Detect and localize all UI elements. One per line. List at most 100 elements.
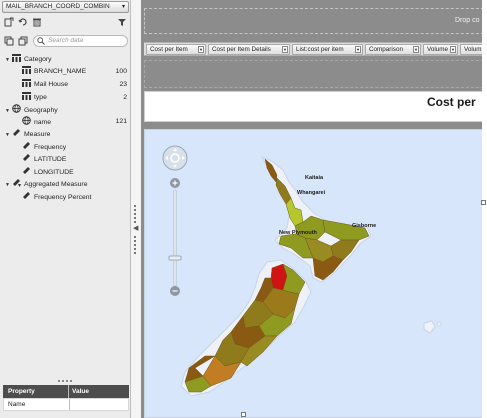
tree-group-label: Measure (24, 131, 51, 138)
tree-item[interactable]: Frequency (22, 141, 127, 152)
tree-item-label: LATITUDE (34, 156, 67, 163)
tree-item-count: 2 (123, 94, 127, 101)
tree-item-label: BRANCH_NAME (34, 68, 87, 75)
nz-map-graphic (162, 145, 442, 397)
property-row[interactable]: Name (3, 398, 129, 411)
tab-label: Comparison (369, 46, 403, 53)
tab-label: Cost per Item (150, 46, 188, 53)
right-edge (482, 0, 487, 418)
drop-zone-top[interactable]: Drop co (144, 8, 487, 34)
search-input[interactable]: Search data (33, 35, 128, 47)
hierarchy-icon (22, 66, 31, 74)
tree-group-category[interactable]: ▼ Category (5, 54, 129, 65)
map-label: Kaitaia (305, 175, 324, 181)
splitter-grip (134, 205, 136, 223)
new-report-icon[interactable] (4, 17, 14, 27)
map-view[interactable]: Kaitaia Whangarei New Plymouth Gisborne (144, 129, 487, 418)
report-title-bar: Cost per (144, 91, 487, 122)
datasource-select[interactable]: MAIL_BRANCH_COORD_COMBIN ▾ (2, 1, 129, 13)
tab-label: Cost per Item Details (212, 46, 271, 53)
collapse-all-icon[interactable] (18, 36, 28, 46)
tab-cost-per-item[interactable]: Cost per Item ▼ (146, 44, 206, 55)
ruler-sum-icon (12, 178, 21, 187)
ruler-icon (22, 153, 31, 161)
tree-item[interactable]: BRANCH_NAME 100 (22, 66, 127, 77)
globe-icon (22, 116, 31, 125)
tree-item-label: Frequency (34, 144, 67, 151)
column-divider (69, 399, 70, 410)
tab-cost-per-item-details[interactable]: Cost per Item Details ▼ (208, 44, 290, 55)
map-label: New Plymouth (279, 230, 317, 236)
tab-label: Volume (427, 46, 449, 53)
tab-list-cost-per-item[interactable]: List:cost per item ▼ (292, 44, 363, 55)
expand-all-icon[interactable] (4, 36, 14, 46)
tree-item[interactable]: LATITUDE (22, 153, 127, 164)
report-tabs: Cost per Item ▼ Cost per Item Details ▼ Li… (144, 42, 487, 56)
tab-label: List:cost per item (296, 46, 344, 53)
chevron-down-icon[interactable]: ▼ (198, 46, 204, 53)
tree-item-label: Frequency Percent (34, 194, 92, 201)
tree-group-label: Geography (24, 107, 58, 114)
ruler-icon (22, 191, 31, 199)
delete-icon[interactable] (32, 17, 42, 27)
tree-item[interactable]: type 2 (22, 92, 127, 103)
expanded-arrow-icon[interactable]: ▼ (5, 55, 12, 66)
tree-group-label: Category (24, 56, 52, 63)
property-column-header: Property (8, 388, 35, 395)
hierarchy-icon (22, 92, 31, 100)
drop-zone-middle[interactable] (144, 60, 487, 88)
value-column-header: Value (72, 388, 89, 395)
drop-zone-label: Drop co (455, 17, 480, 24)
tree-group-geography[interactable]: ▼ Geography (5, 104, 129, 115)
resize-grip[interactable] (58, 380, 72, 382)
search-icon (37, 37, 45, 49)
ruler-icon (22, 166, 31, 174)
tree-group-label: Aggregated Measure (24, 181, 88, 188)
tab-comparison[interactable]: Comparison ▼ (365, 44, 421, 55)
tree-item-label: LONGITUDE (34, 169, 74, 176)
tree-item[interactable]: name 121 (22, 116, 127, 127)
resize-handle[interactable] (241, 412, 246, 417)
collapse-left-icon[interactable]: ◀ (133, 224, 138, 232)
hierarchy-icon (12, 54, 21, 62)
expanded-arrow-icon[interactable]: ▼ (5, 130, 12, 141)
tree-item-count: 121 (115, 118, 127, 125)
data-panel: MAIL_BRANCH_COORD_COMBIN ▾ Search data ▼… (0, 0, 131, 418)
tree-item[interactable]: Frequency Percent (22, 191, 127, 202)
chevron-down-icon[interactable]: ▼ (413, 46, 419, 53)
pan-control[interactable] (162, 145, 188, 171)
panel-splitter[interactable]: ◀ (131, 0, 141, 418)
tree-group-aggregated-measure[interactable]: ▼ Aggregated Measure (5, 178, 129, 189)
tab-label: Volum (464, 46, 482, 53)
zoom-slider[interactable] (168, 178, 182, 296)
map-label: Gisborne (352, 223, 377, 229)
chevron-down-icon: ▾ (121, 4, 125, 10)
tree-item-label: type (34, 94, 47, 101)
tree-item-label: name (34, 119, 52, 126)
resize-handle[interactable] (481, 200, 486, 205)
filter-icon[interactable] (117, 17, 127, 27)
hierarchy-icon (22, 79, 31, 87)
splitter-grip (134, 236, 136, 254)
ruler-icon (22, 141, 31, 149)
tree-item-count: 23 (119, 81, 127, 88)
tree-item-label: Mail House (34, 81, 68, 88)
datasource-label: MAIL_BRANCH_COORD_COMBIN (6, 3, 110, 10)
property-grid-header: Property Value (3, 385, 129, 398)
tab-volume[interactable]: Volume ▼ (423, 44, 458, 55)
refresh-icon[interactable] (18, 17, 28, 27)
chevron-down-icon[interactable]: ▼ (282, 46, 288, 53)
tree-item[interactable]: LONGITUDE (22, 166, 127, 177)
report-canvas: Drop co Cost per Item ▼ Cost per Item Det… (141, 0, 487, 418)
map-label: Whangarei (297, 190, 326, 196)
tree-item-count: 100 (115, 68, 127, 75)
expanded-arrow-icon[interactable]: ▼ (5, 180, 12, 191)
ruler-icon (12, 128, 21, 136)
chevron-down-icon[interactable]: ▼ (450, 46, 456, 53)
expanded-arrow-icon[interactable]: ▼ (5, 106, 12, 117)
tree-item[interactable]: Mail House 23 (22, 79, 127, 90)
property-name: Name (8, 401, 26, 408)
report-title: Cost per (427, 95, 476, 109)
tree-group-measure[interactable]: ▼ Measure (5, 128, 129, 139)
chevron-down-icon[interactable]: ▼ (355, 46, 361, 53)
